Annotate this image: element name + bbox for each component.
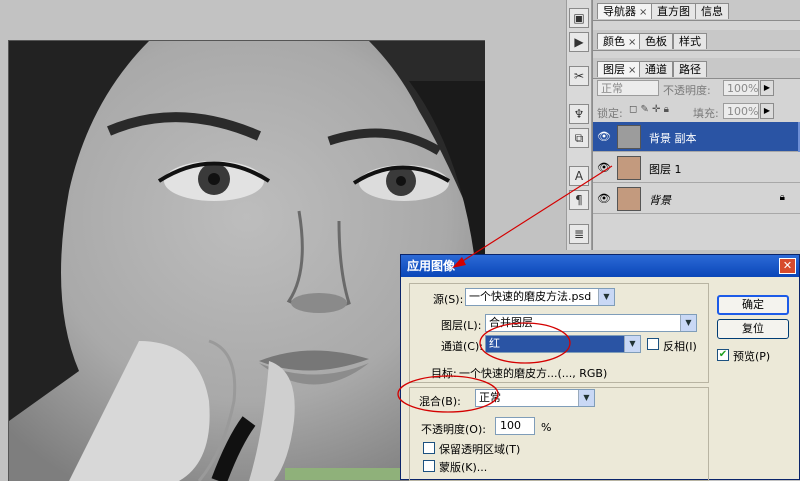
apply-image-dialog: 应用图像 ✕ 源(S): 一个快速的磨皮方法.psd ▼ 图层(L): 合并图层 ▼… [400, 254, 800, 481]
chevron-down-icon: ▼ [598, 289, 614, 305]
blending-select[interactable]: 正常 ▼ [475, 389, 595, 407]
palette-well-toolbar: ▣ ▶ ✂ ♆ ⧉ A ¶ ≣ [566, 0, 592, 250]
history-icon[interactable]: ⧉ [569, 128, 589, 148]
eye-icon[interactable]: 👁︎ [596, 160, 612, 176]
opacity-label: 不透明度(O): [421, 423, 486, 436]
layer-label: 图层(L): [441, 319, 482, 332]
navigator-tab-row: 导航器 × 直方图 信息 [593, 0, 800, 21]
opacity-input[interactable]: 100% [723, 80, 759, 96]
brushes-icon[interactable]: ♆ [569, 104, 589, 124]
layer-thumbnail [617, 125, 641, 149]
target-value: 一个快速的磨皮方...(..., RGB) [459, 367, 608, 380]
eye-icon[interactable]: 👁︎ [596, 191, 612, 207]
tab-color[interactable]: 颜色 × [597, 33, 643, 49]
tab-navigator[interactable]: 导航器 × [597, 3, 654, 19]
layer-comps-icon[interactable]: ≣ [569, 224, 589, 244]
lock-icons[interactable]: ◻ ✎ ✛ 🔒︎ [629, 104, 669, 115]
layer-name: 背景 副本 [649, 132, 697, 145]
preview-label: 预览(P) [733, 350, 771, 363]
mask-checkbox[interactable] [423, 460, 435, 472]
close-icon[interactable]: × [639, 7, 647, 18]
opacity-input[interactable]: 100 [495, 417, 535, 435]
close-icon[interactable]: × [628, 37, 636, 48]
close-icon[interactable]: ✕ [779, 258, 796, 274]
tab-styles[interactable]: 样式 [673, 33, 707, 49]
tab-paths[interactable]: 路径 [673, 61, 707, 77]
source-label: 源(S): [433, 293, 464, 306]
dialog-title: 应用图像 [407, 259, 456, 273]
color-tab-row: 颜色 × 色板 样式 [593, 30, 800, 51]
layers-tab-row: 图层 × 通道 路径 [593, 58, 800, 79]
tool-presets-icon[interactable]: ✂ [569, 66, 589, 86]
mask-label: 蒙版(K)... [439, 461, 488, 474]
layer-name: 图层 1 [649, 163, 682, 176]
paragraph-icon[interactable]: ¶ [569, 190, 589, 210]
background-window-strip [285, 468, 400, 480]
percent-label: % [541, 421, 552, 434]
preserve-transparency-label: 保留透明区域(T) [439, 443, 521, 456]
layer-name: 背景 [649, 194, 671, 207]
blending-label: 混合(B): [419, 395, 461, 408]
character-icon[interactable]: A [569, 166, 589, 186]
chevron-down-icon: ▼ [578, 390, 594, 406]
dialog-titlebar[interactable]: 应用图像 [401, 255, 799, 277]
layer-row-background[interactable]: 👁︎ 背景 🔒︎ [593, 184, 800, 214]
tab-layers[interactable]: 图层 × [597, 61, 643, 77]
layer-row-layer-1[interactable]: 👁︎ 图层 1 [593, 153, 800, 183]
layer-row-background-copy[interactable]: 👁︎ 背景 副本 [593, 122, 800, 152]
opacity-label: 不透明度: [663, 84, 711, 97]
blend-mode-select[interactable]: 正常 [597, 80, 659, 96]
fill-input[interactable]: 100% [723, 103, 759, 119]
opacity-arrow-icon[interactable]: ▶ [760, 80, 774, 96]
navigator-icon[interactable]: ▣ [569, 8, 589, 28]
lock-label: 锁定: [597, 107, 623, 120]
channel-label: 通道(C): [441, 340, 483, 353]
layer-thumbnail [617, 156, 641, 180]
chevron-down-icon: ▼ [680, 315, 696, 331]
layer-select[interactable]: 合并图层 ▼ [485, 314, 697, 332]
panels-column: 导航器 × 直方图 信息 颜色 × 色板 样式 图层 × 通道 路径 正常 不透明度:… [592, 0, 800, 250]
tab-swatches[interactable]: 色板 [639, 33, 673, 49]
tab-info[interactable]: 信息 [695, 3, 729, 19]
lock-icon: 🔒︎ [779, 192, 785, 203]
preserve-transparency-checkbox[interactable] [423, 442, 435, 454]
preview-checkbox[interactable]: ✔ [717, 349, 729, 361]
play-action-icon[interactable]: ▶ [569, 32, 589, 52]
fill-arrow-icon[interactable]: ▶ [760, 103, 774, 119]
fill-label: 填充: [693, 107, 719, 120]
eye-icon[interactable]: 👁︎ [596, 129, 612, 145]
ok-button[interactable]: 确定 [717, 295, 789, 315]
invert-label: 反相(I) [663, 340, 697, 353]
layer-thumbnail [617, 187, 641, 211]
chevron-down-icon: ▼ [624, 336, 640, 352]
channel-select[interactable]: 红 ▼ [485, 335, 641, 353]
close-icon[interactable]: × [628, 65, 636, 76]
tab-histogram[interactable]: 直方图 [651, 3, 696, 19]
source-select[interactable]: 一个快速的磨皮方法.psd ▼ [465, 288, 615, 306]
invert-checkbox[interactable] [647, 338, 659, 350]
tab-channels[interactable]: 通道 [639, 61, 673, 77]
target-label: 目标: [431, 367, 457, 380]
reset-button[interactable]: 复位 [717, 319, 789, 339]
